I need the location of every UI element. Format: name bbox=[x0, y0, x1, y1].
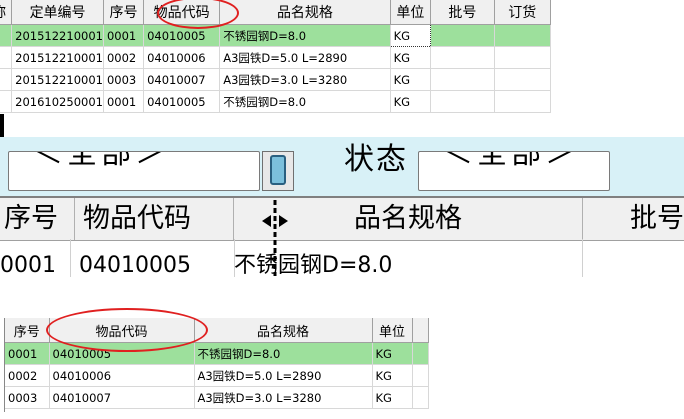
top-grid: 称 定单编号 序号 物品代码 品名规格 单位 批号 订货 20151221000… bbox=[0, 0, 564, 114]
divider bbox=[0, 114, 4, 137]
col-header-item-spec[interactable]: 品名规格 bbox=[194, 318, 373, 343]
table-cell: 0003 bbox=[5, 386, 50, 409]
table-cell bbox=[412, 364, 429, 387]
col-header-batch[interactable]: 批号 bbox=[430, 0, 495, 25]
table-cell: KG bbox=[390, 46, 432, 69]
table-cell: 201512210001 bbox=[11, 24, 104, 47]
table-cell: 04010006 bbox=[143, 46, 221, 69]
col-header-unit[interactable]: 单位 bbox=[372, 318, 413, 343]
zoom-panel: ＜全部＞ 状态 ＜全部＞ 序号 物品代码 品名规格 批号 0001 040100… bbox=[0, 137, 684, 285]
table-cell: 201512210001 bbox=[11, 68, 104, 91]
top-grid-header-row: 称 定单编号 序号 物品代码 品名规格 单位 批号 订货 bbox=[0, 0, 552, 25]
dropdown-button[interactable] bbox=[262, 151, 294, 191]
col-header-seq[interactable]: 序号 bbox=[103, 0, 145, 25]
col-header-name[interactable]: 称 bbox=[0, 0, 13, 25]
table-cell: A3园铁D=3.0 L=3280 bbox=[194, 386, 373, 409]
table-cell bbox=[494, 90, 552, 113]
table-cell: KG bbox=[390, 68, 432, 91]
table-cell bbox=[430, 68, 495, 91]
table-cell bbox=[430, 46, 495, 69]
table-cell: KG bbox=[372, 386, 413, 409]
table-cell: 201512210001 bbox=[11, 46, 104, 69]
state-label: 状态 bbox=[344, 142, 408, 177]
table-row[interactable]: 201610250001 0001 04010005 不锈园钢D=8.0 KG bbox=[0, 90, 552, 113]
col-header-seq[interactable]: 序号 bbox=[0, 198, 75, 240]
annotation-ring bbox=[46, 308, 208, 352]
table-cell bbox=[0, 68, 13, 91]
col-header-order-no[interactable]: 定单编号 bbox=[11, 0, 104, 25]
table-cell: 04010006 bbox=[49, 364, 195, 387]
focused-cell[interactable]: KG bbox=[389, 24, 432, 47]
table-cell: A3园铁D=5.0 L=2890 bbox=[219, 46, 391, 69]
table-cell: 04010007 bbox=[49, 386, 195, 409]
top-grid-table: 称 定单编号 序号 物品代码 品名规格 单位 批号 订货 20151221000… bbox=[0, 0, 552, 113]
state-combo[interactable]: ＜全部＞ bbox=[418, 151, 610, 191]
table-cell bbox=[0, 90, 13, 113]
table-cell bbox=[494, 24, 552, 47]
table-cell: 04010005 bbox=[71, 239, 235, 278]
table-cell: 0001 bbox=[0, 239, 71, 278]
table-cell: 0002 bbox=[5, 364, 50, 387]
col-header-order-qty[interactable]: 订货 bbox=[494, 0, 552, 25]
table-cell: 0001 bbox=[5, 342, 50, 365]
table-cell: 04010005 bbox=[143, 90, 221, 113]
table-cell: 不锈园钢D=8.0 bbox=[194, 342, 373, 365]
col-header-unit[interactable]: 单位 bbox=[390, 0, 432, 25]
table-cell: 0001 bbox=[103, 90, 145, 113]
dropdown-icon bbox=[270, 155, 286, 185]
col-header-extra[interactable] bbox=[412, 318, 429, 343]
table-row[interactable]: 201512210001 0002 04010006 A3园铁D=5.0 L=2… bbox=[0, 46, 552, 69]
table-row[interactable]: 0003 04010007 A3园铁D=3.0 L=3280 KG bbox=[5, 386, 429, 409]
table-cell bbox=[583, 239, 684, 277]
table-cell: KG bbox=[372, 342, 413, 365]
table-cell bbox=[430, 24, 495, 47]
table-row[interactable]: 201512210001 0001 04010005 不锈园钢D=8.0 KG bbox=[0, 24, 552, 47]
table-cell bbox=[494, 46, 552, 69]
table-row[interactable]: 0002 04010006 A3园铁D=5.0 L=2890 KG bbox=[5, 364, 429, 387]
table-cell: 不锈园钢D=8.0 bbox=[219, 90, 391, 113]
all-combo-left[interactable]: ＜全部＞ bbox=[8, 151, 260, 191]
table-cell bbox=[412, 386, 429, 409]
zoom-header-row: 序号 物品代码 品名规格 批号 bbox=[0, 196, 684, 241]
table-cell: 0002 bbox=[103, 46, 145, 69]
col-header-item-spec[interactable]: 品名规格 bbox=[219, 0, 391, 25]
col-header-batch[interactable]: 批号 bbox=[583, 198, 684, 240]
table-cell bbox=[412, 342, 429, 365]
col-header-item-code[interactable]: 物品代码 bbox=[75, 198, 234, 240]
zoom-data-row[interactable]: 0001 04010005 不锈园钢D=8.0 bbox=[0, 239, 684, 278]
combo-value: ＜全部＞ bbox=[33, 151, 169, 171]
table-row[interactable]: 0001 04010005 不锈园钢D=8.0 KG bbox=[5, 342, 429, 365]
table-cell bbox=[430, 90, 495, 113]
col-header-seq[interactable]: 序号 bbox=[5, 318, 50, 343]
table-cell: 0003 bbox=[103, 68, 145, 91]
column-resize-cursor-icon bbox=[262, 200, 288, 276]
table-cell bbox=[0, 46, 13, 69]
table-cell: KG bbox=[372, 364, 413, 387]
table-cell: A3园铁D=5.0 L=2890 bbox=[194, 364, 373, 387]
filter-bar: ＜全部＞ 状态 ＜全部＞ bbox=[0, 137, 684, 197]
table-cell: 04010007 bbox=[143, 68, 221, 91]
table-cell bbox=[0, 24, 13, 47]
table-cell: KG bbox=[390, 90, 432, 113]
table-cell bbox=[494, 68, 552, 91]
table-cell: 不锈园钢D=8.0 bbox=[219, 24, 391, 47]
combo-value: ＜全部＞ bbox=[443, 151, 579, 171]
table-cell: 201610250001 bbox=[11, 90, 104, 113]
table-row[interactable]: 201512210001 0003 04010007 A3园铁D=3.0 L=3… bbox=[0, 68, 552, 91]
table-cell: 0001 bbox=[103, 24, 145, 47]
table-cell: A3园铁D=3.0 L=3280 bbox=[219, 68, 391, 91]
